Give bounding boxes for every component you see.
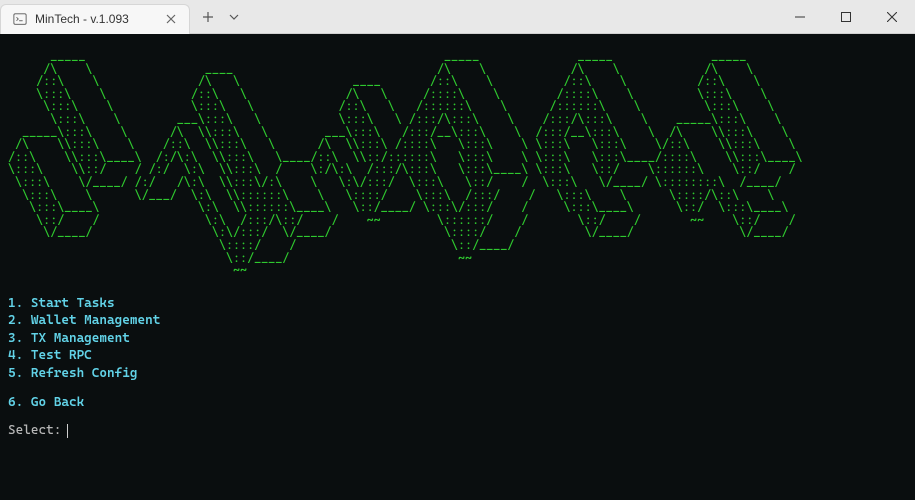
prompt-row[interactable]: Select: [8, 424, 907, 439]
menu-label: Go Back [31, 395, 84, 410]
menu-num: 5. [8, 366, 23, 381]
menu-label: TX Management [31, 331, 130, 346]
menu-list: 1. Start Tasks 2. Wallet Management 3. T… [8, 295, 907, 412]
menu-item-wallet-management[interactable]: 2. Wallet Management [8, 312, 907, 330]
terminal-icon [13, 12, 27, 26]
menu-item-test-rpc[interactable]: 4. Test RPC [8, 347, 907, 365]
prompt-label: Select: [8, 424, 61, 439]
ascii-banner: _____ _____ _____ _____ /\ \ ____ /\ \ /… [8, 50, 907, 277]
menu-num: 1. [8, 296, 23, 311]
tab-title: MinTech - v.1.093 [35, 12, 155, 26]
new-tab-button[interactable] [194, 3, 222, 31]
window-titlebar: MinTech - v.1.093 [0, 0, 915, 34]
menu-label: Start Tasks [31, 296, 115, 311]
menu-label: Test RPC [31, 348, 92, 363]
menu-num: 2. [8, 313, 23, 328]
menu-item-start-tasks[interactable]: 1. Start Tasks [8, 295, 907, 313]
menu-label: Refresh Config [31, 366, 138, 381]
tab-close-button[interactable] [163, 11, 179, 27]
terminal-pane[interactable]: _____ _____ _____ _____ /\ \ ____ /\ \ /… [0, 34, 915, 500]
minimize-button[interactable] [777, 0, 823, 34]
cursor [67, 424, 68, 438]
tab-strip: MinTech - v.1.093 [0, 0, 246, 33]
tab-dropdown-button[interactable] [222, 5, 246, 29]
menu-num: 3. [8, 331, 23, 346]
menu-num: 4. [8, 348, 23, 363]
tab-active[interactable]: MinTech - v.1.093 [0, 4, 190, 34]
maximize-button[interactable] [823, 0, 869, 34]
menu-item-refresh-config[interactable]: 5. Refresh Config [8, 365, 907, 383]
menu-label: Wallet Management [31, 313, 161, 328]
menu-item-tx-management[interactable]: 3. TX Management [8, 330, 907, 348]
menu-num: 6. [8, 395, 23, 410]
menu-item-go-back[interactable]: 6. Go Back [8, 394, 907, 412]
window-controls [777, 0, 915, 33]
close-button[interactable] [869, 0, 915, 34]
